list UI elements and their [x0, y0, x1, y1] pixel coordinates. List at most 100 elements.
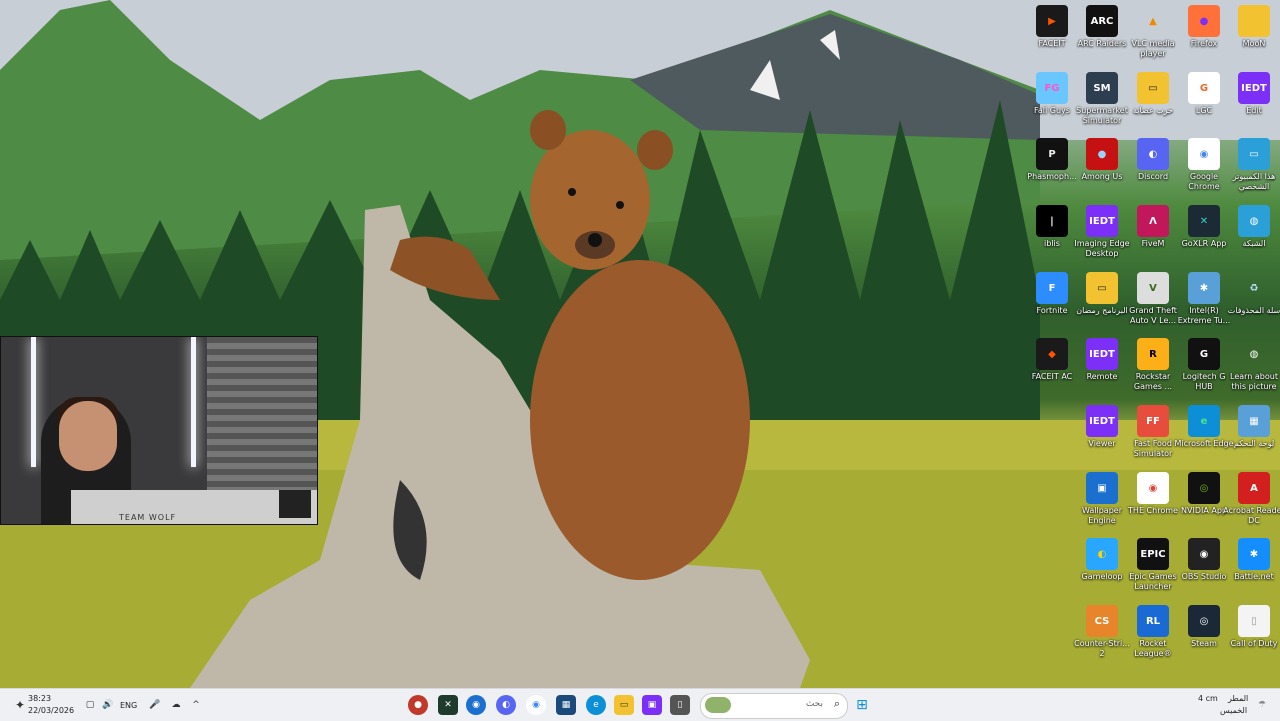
desktop-app-icon: ◉	[1188, 538, 1220, 570]
desktop-app-icon: IEDT	[1238, 72, 1270, 104]
weather-temp[interactable]: 4 cm	[1198, 694, 1218, 703]
desktop-icon-label: MooN	[1242, 39, 1266, 48]
microphone-icon[interactable]: 🎤	[145, 695, 165, 715]
language-indicator[interactable]: ENG	[120, 701, 137, 710]
search-icon: ⌕	[833, 697, 840, 710]
desktop-app-icon: A	[1238, 472, 1270, 504]
desktop-app-icon: Λ	[1137, 205, 1169, 237]
desktop-app-icon: ◎	[1188, 472, 1220, 504]
webcam-led-light	[31, 337, 36, 467]
desktop-app-icon: ◐	[1086, 538, 1118, 570]
desktop-app-icon: ▣	[1086, 472, 1118, 504]
webcam-person-head	[59, 401, 117, 471]
desktop-app-icon: FG	[1036, 72, 1068, 104]
desktop-app-icon: V	[1137, 272, 1169, 304]
taskbar-app-icon[interactable]: ▦	[556, 695, 576, 715]
desktop-icon-label: سلة المحذوفات	[1227, 306, 1280, 315]
desktop-app-icon: P	[1036, 138, 1068, 170]
desktop-app-icon: EPIC	[1137, 538, 1169, 570]
weather-condition[interactable]: المطر	[1228, 694, 1248, 703]
desktop-icon-label: لوحة التحكم	[1233, 439, 1275, 448]
search-highlight-image	[705, 697, 731, 713]
desktop-app-icon: SM	[1086, 72, 1118, 104]
desktop-app-icon: |	[1036, 205, 1068, 237]
desktop-icon[interactable]: ✱ Battle.net	[1223, 538, 1280, 582]
desktop-app-icon: ▲	[1149, 15, 1157, 27]
desktop-app-icon: RL	[1137, 605, 1169, 637]
clock-time[interactable]: 38:23	[28, 694, 51, 703]
taskbar-chrome-icon[interactable]: ◉	[526, 695, 546, 715]
desktop-app-icon: R	[1137, 338, 1169, 370]
desktop-app-icon: ◍	[1238, 205, 1270, 237]
taskbar-app-icon[interactable]: ◉	[466, 695, 486, 715]
desktop-app-icon: ARC	[1086, 5, 1118, 37]
desktop-icon[interactable]: ▭ هذا الكمبيوتر الشخصي	[1223, 138, 1280, 192]
taskbar-edge-icon[interactable]: e	[586, 695, 606, 715]
desktop-app-icon: F	[1036, 272, 1068, 304]
desktop-icon-label: هذا الكمبيوتر الشخصي	[1232, 172, 1276, 191]
taskbar-search[interactable]: بحث ⌕	[700, 693, 848, 719]
desktop-app-icon: ◎	[1188, 605, 1220, 637]
taskbar-discord-icon[interactable]: ◐	[496, 695, 516, 715]
desktop-icon[interactable]: ♻ سلة المحذوفات	[1223, 272, 1280, 316]
desktop-app-icon: ●	[1086, 138, 1118, 170]
desktop-app-icon: ▶	[1036, 5, 1068, 37]
volume-icon[interactable]: 🔊	[98, 695, 118, 715]
desktop-app-icon: ♻	[1249, 282, 1259, 294]
clock-date[interactable]: 22/03/2026	[28, 706, 74, 715]
search-placeholder: بحث	[805, 699, 823, 709]
taskbar-app-icon[interactable]: ▯	[670, 695, 690, 715]
desktop-app-icon: ▭	[1238, 138, 1270, 170]
desktop-app-icon: e	[1188, 405, 1220, 437]
desktop-app-icon: ◉	[1137, 472, 1169, 504]
chevron-up-icon[interactable]: ^	[186, 695, 206, 715]
taskbar: ✦ 38:23 22/03/2026 ▢ 🔊 ENG 🎤 ☁ ^ ● ✕ ◉ ◐…	[0, 688, 1280, 721]
webcam-led-light	[191, 337, 196, 467]
desktop-app-icon: IEDT	[1086, 205, 1118, 237]
desktop-app-icon: ◆	[1036, 338, 1068, 370]
desktop-icon[interactable]: IEDT Edit	[1223, 72, 1280, 116]
desktop-icon[interactable]: ▯ Call of Duty	[1223, 605, 1280, 649]
taskbar-app-icon[interactable]: ▣	[642, 695, 662, 715]
desktop-icon[interactable]: ◍ Learn about this picture	[1223, 338, 1280, 392]
desktop-app-icon: ◍	[1249, 348, 1259, 360]
desktop-icon[interactable]: MooN	[1223, 5, 1280, 49]
desktop-app-icon: ✱	[1238, 538, 1270, 570]
desktop-app-icon: FF	[1137, 405, 1169, 437]
desktop-icon-label: Learn about this picture	[1230, 372, 1278, 391]
desktop-icon[interactable]: ▦ لوحة التحكم	[1223, 405, 1280, 449]
team-text: TEAM WOLF	[119, 513, 177, 522]
desktop-icon-label: Acrobat Reader DC	[1223, 506, 1280, 525]
desktop-icon[interactable]: A Acrobat Reader DC	[1223, 472, 1280, 526]
desktop-app-icon	[1238, 5, 1270, 37]
notification-icon[interactable]: ▢	[80, 695, 100, 715]
desktop-app-icon: ▯	[1238, 605, 1270, 637]
desktop-app-icon: G	[1188, 338, 1220, 370]
webcam-overlay: TEAM WOLF	[0, 336, 318, 525]
weather-day[interactable]: الخميس	[1220, 706, 1247, 715]
desktop-app-icon: ◉	[1188, 138, 1220, 170]
weather-widget-icon[interactable]: ✦	[10, 695, 30, 715]
desktop-app-icon: ▦	[1238, 405, 1270, 437]
desktop-icon-label: الشبكة	[1242, 239, 1266, 248]
desktop-app-icon: IEDT	[1086, 405, 1118, 437]
desktop-app-icon: IEDT	[1086, 338, 1118, 370]
desktop-icon-label: Battle.net	[1234, 572, 1274, 581]
desktop-app-icon: ✕	[1188, 205, 1220, 237]
weather-icon[interactable]: ☂	[1252, 695, 1272, 715]
taskbar-explorer-icon[interactable]: ▭	[614, 695, 634, 715]
desktop-app-icon: ◐	[1137, 138, 1169, 170]
desktop-app-icon: G	[1188, 72, 1220, 104]
desktop-app-icon: ▭	[1137, 72, 1169, 104]
desktop-icon[interactable]: ◍ الشبكة	[1223, 205, 1280, 249]
windows-start-icon[interactable]: ⊞	[852, 695, 872, 715]
network-icon[interactable]: ☁	[166, 695, 186, 715]
desktop-app-icon: ✱	[1188, 272, 1220, 304]
team-logo	[279, 490, 311, 518]
desktop-app-icon: ●	[1188, 5, 1220, 37]
desktop-icon-label: Edit	[1246, 106, 1262, 115]
taskbar-xbox-icon[interactable]: ✕	[438, 695, 458, 715]
taskbar-app-icon[interactable]: ●	[408, 695, 428, 715]
desktop-icon-label: Call of Duty	[1230, 639, 1278, 648]
desktop-app-icon: ▭	[1086, 272, 1118, 304]
